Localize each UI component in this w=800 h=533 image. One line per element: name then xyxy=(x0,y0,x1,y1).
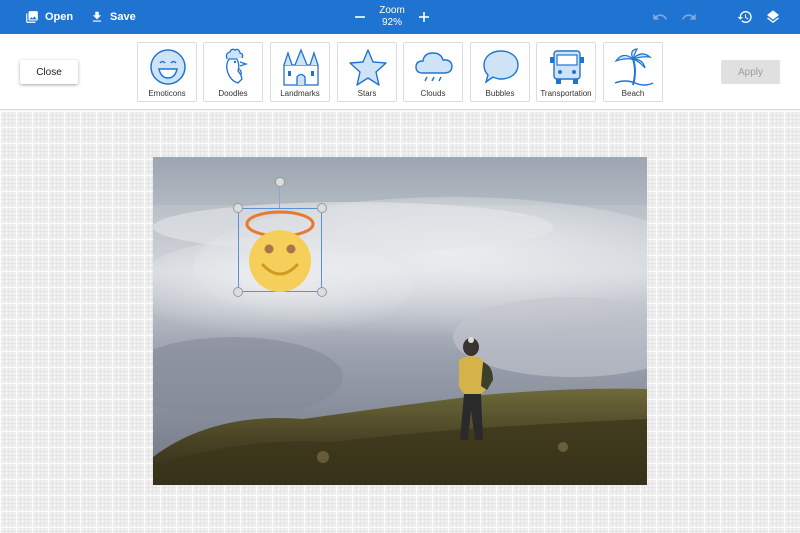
open-image-icon xyxy=(26,11,38,23)
zoom-in-button[interactable] xyxy=(416,9,432,25)
open-button[interactable]: Open xyxy=(25,0,73,34)
history-icon xyxy=(737,11,752,24)
category-clouds[interactable]: Clouds xyxy=(403,42,463,102)
photo-image xyxy=(153,157,647,485)
redo-button[interactable] xyxy=(681,9,697,25)
smiley-halo-sticker[interactable] xyxy=(243,206,317,294)
cloud-icon xyxy=(415,52,453,82)
plus-icon xyxy=(419,12,429,22)
palm-tree-icon xyxy=(614,48,654,86)
category-label: Stars xyxy=(357,89,377,98)
resize-handle-bottom-left[interactable] xyxy=(233,287,243,297)
undo-icon xyxy=(653,13,667,20)
minus-icon xyxy=(355,16,365,18)
layers-button[interactable] xyxy=(765,9,781,25)
category-bubbles[interactable]: Bubbles xyxy=(470,42,530,102)
redo-icon xyxy=(682,13,696,20)
category-beach[interactable]: Beach xyxy=(603,42,663,102)
resize-handle-top-left[interactable] xyxy=(233,203,243,213)
category-landmarks[interactable]: Landmarks xyxy=(270,42,330,102)
category-label: Doodles xyxy=(218,89,248,98)
castle-icon xyxy=(283,48,319,86)
download-icon xyxy=(92,11,102,22)
zoom-label: Zoom xyxy=(379,5,405,16)
bus-icon xyxy=(550,50,584,84)
category-transportation[interactable]: Transportation xyxy=(536,42,596,102)
resize-handle-bottom-right[interactable] xyxy=(317,287,327,297)
top-bar: Open Save Zoom 92% xyxy=(0,0,800,34)
layers-icon xyxy=(767,10,779,24)
photo-canvas[interactable] xyxy=(153,157,647,485)
undo-button[interactable] xyxy=(652,9,668,25)
rotate-handle[interactable] xyxy=(275,177,285,187)
save-button[interactable]: Save xyxy=(90,0,136,34)
zoom-value: 92% xyxy=(381,17,402,28)
sticker-toolbar: Close Emoticons Doodles Landmarks Stars … xyxy=(0,34,800,110)
category-label: Landmarks xyxy=(280,89,320,98)
history-button[interactable] xyxy=(737,9,753,25)
category-label: Beach xyxy=(621,89,645,98)
save-label: Save xyxy=(110,11,136,23)
rooster-icon xyxy=(225,48,249,84)
zoom-out-button[interactable] xyxy=(352,9,368,25)
category-label: Bubbles xyxy=(485,89,515,98)
apply-button[interactable]: Apply xyxy=(721,60,780,84)
speech-bubble-icon xyxy=(483,50,519,84)
category-emoticons[interactable]: Emoticons xyxy=(137,42,197,102)
category-label: Emoticons xyxy=(148,89,186,98)
category-label: Transportation xyxy=(540,89,592,98)
close-button[interactable]: Close xyxy=(20,60,78,84)
category-label: Clouds xyxy=(420,89,446,98)
category-doodles[interactable]: Doodles xyxy=(203,42,263,102)
star-icon xyxy=(349,49,387,86)
zoom-control: Zoom 92% xyxy=(352,0,432,34)
category-stars[interactable]: Stars xyxy=(337,42,397,102)
smiley-icon xyxy=(150,49,186,85)
open-label: Open xyxy=(45,11,74,23)
resize-handle-top-right[interactable] xyxy=(317,203,327,213)
zoom-readout: Zoom 92% xyxy=(379,5,405,29)
rotation-line xyxy=(279,186,280,208)
